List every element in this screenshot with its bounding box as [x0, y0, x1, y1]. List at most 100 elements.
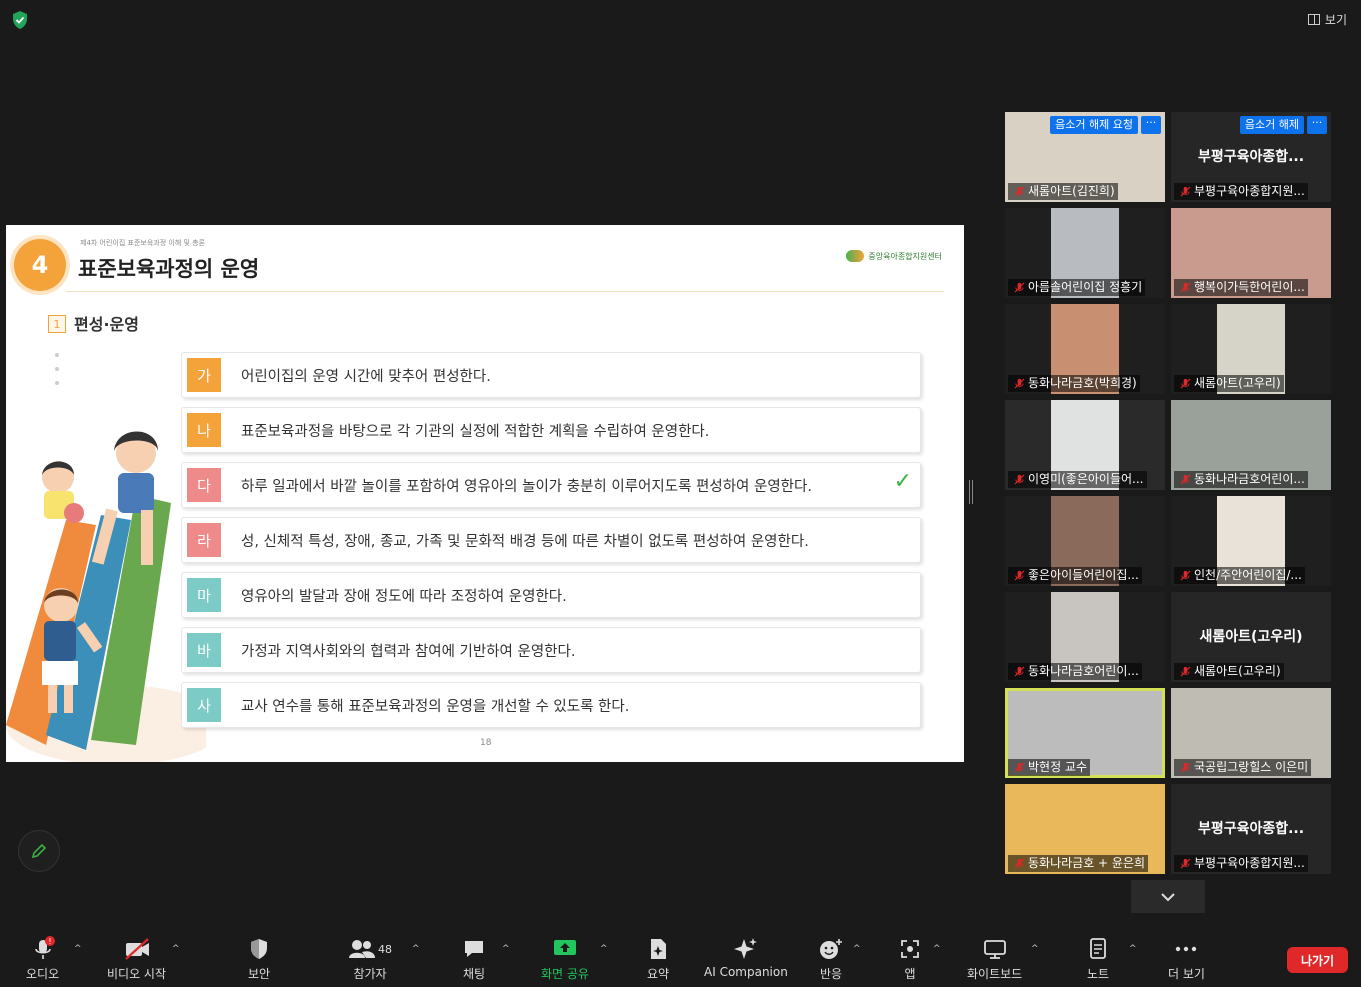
security-shield-icon[interactable]	[10, 10, 30, 30]
participant-tile[interactable]: 행복이가득한어린이...	[1171, 208, 1331, 298]
security-label: 보안	[247, 967, 271, 981]
center-logo: 중앙육아종합지원센터	[846, 250, 942, 262]
video-options-caret[interactable]: ^	[172, 944, 180, 954]
rule-item: 바 가정과 지역사회와의 협력과 참여에 기반하여 운영한다.	[181, 627, 921, 673]
participant-tile[interactable]: 동화나라금호어린이...	[1171, 400, 1331, 490]
participant-tile[interactable]: 박현정 교수	[1005, 688, 1165, 778]
whiteboard-options-caret[interactable]: ^	[1031, 944, 1039, 954]
notes-options-caret[interactable]: ^	[1129, 944, 1137, 954]
audio-button[interactable]: ! 오디오	[26, 936, 59, 982]
participant-tile[interactable]: 국공립그랑힐스 이은미	[1171, 688, 1331, 778]
rule-badge: 가	[187, 358, 221, 392]
video-label: 비디오 시작	[107, 967, 167, 981]
participant-tile[interactable]: 아름솔어린이집 정흥기	[1005, 208, 1165, 298]
muted-mic-icon	[1180, 282, 1191, 293]
participant-tile[interactable]: 좋은아이들어린이집...	[1005, 496, 1165, 586]
leave-button[interactable]: 나가기	[1287, 947, 1348, 973]
participant-tile[interactable]: 음소거 해제 요청 ··· 새롬아트(김진희)	[1005, 112, 1165, 202]
ai-companion-button[interactable]: AI Companion	[704, 936, 788, 979]
participant-name-text: 동화나라금호어린이...	[1028, 664, 1139, 678]
participant-name: 새롬아트(김진희)	[1008, 183, 1118, 200]
participant-name-text: 동화나라금호(박희경)	[1028, 376, 1137, 390]
participant-name-text: 새롬아트(고우리)	[1194, 376, 1281, 390]
participant-name-text: 새롬아트(고우리)	[1194, 664, 1281, 678]
apps-button[interactable]: 앱	[895, 936, 925, 982]
muted-mic-icon	[1014, 186, 1025, 197]
participant-tile[interactable]: 부평구육아종합... 음소거 해제 ··· 부평구육아종합지원...	[1171, 112, 1331, 202]
rule-text: 교사 연수를 통해 표준보육과정의 운영을 개선할 수 있도록 한다.	[241, 698, 630, 715]
participant-name-text: 행복이가득한어린이...	[1194, 280, 1305, 294]
video-off-icon	[124, 938, 149, 960]
participant-name: 아름솔어린이집 정흥기	[1008, 279, 1146, 296]
participant-tile[interactable]: 동화나라금호어린이...	[1005, 592, 1165, 682]
notes-icon	[1090, 938, 1106, 959]
participant-display-name: 새롬아트(고우리)	[1199, 629, 1303, 645]
muted-mic-icon	[1014, 378, 1025, 389]
rule-text: 하루 일과에서 바깥 놀이를 포함하여 영유아의 놀이가 충분히 이루어지도록 …	[241, 478, 812, 495]
security-button[interactable]: 보안	[244, 936, 274, 982]
decorative-dots	[55, 353, 59, 395]
participant-tile[interactable]: 동화나라금호(박희경)	[1005, 304, 1165, 394]
rule-badge: 마	[187, 578, 221, 612]
svg-text:!: !	[48, 937, 51, 946]
audio-label: 오디오	[26, 967, 60, 981]
panel-resize-handle[interactable]	[969, 480, 973, 504]
unmute-request-button[interactable]: 음소거 해제 요청	[1050, 116, 1138, 134]
participant-name-text: 박현정 교수	[1028, 760, 1088, 774]
children-books-illustration	[6, 431, 206, 762]
participant-tile[interactable]: 동화나라금호 + 윤은희	[1005, 784, 1165, 874]
reactions-button[interactable]: 반응	[816, 936, 846, 982]
annotate-button[interactable]	[18, 830, 60, 872]
checkmark-icon: ✓	[893, 469, 912, 494]
muted-mic-icon	[1014, 282, 1025, 293]
gallery-next-page-button[interactable]	[1131, 880, 1205, 913]
title-divider	[66, 291, 944, 292]
more-button[interactable]: 더 보기	[1168, 936, 1205, 982]
apps-options-caret[interactable]: ^	[933, 944, 941, 954]
more-dots-icon	[1176, 946, 1197, 952]
chat-options-caret[interactable]: ^	[502, 944, 510, 954]
share-options-caret[interactable]: ^	[600, 944, 608, 954]
participant-display-name: 부평구육아종합...	[1197, 149, 1305, 165]
notes-button[interactable]: 노트	[1083, 936, 1113, 982]
chapter-number: 4	[14, 239, 66, 291]
participant-name: 동화나라금호어린이...	[1174, 471, 1308, 488]
participant-tile[interactable]: 새롬아트(고우리)	[1171, 304, 1331, 394]
participant-name-text: 새롬아트(김진희)	[1028, 184, 1115, 198]
reactions-options-caret[interactable]: ^	[853, 944, 861, 954]
participant-tile[interactable]: 부평구육아종합... 부평구육아종합지원...	[1171, 784, 1331, 874]
participants-options-caret[interactable]: ^	[412, 944, 420, 954]
rule-text: 성, 신체적 특성, 장애, 종교, 가족 및 문화적 배경 등에 따른 차별이…	[241, 533, 809, 550]
whiteboard-label: 화이트보드	[967, 967, 1023, 981]
participant-name-text: 부평구육아종합지원...	[1194, 856, 1305, 870]
participant-name-text: 국공립그랑힐스 이은미	[1194, 760, 1309, 774]
rule-badge: 나	[187, 413, 221, 447]
share-screen-label: 화면 공유	[541, 967, 589, 981]
audio-options-caret[interactable]: ^	[74, 944, 82, 954]
chat-button[interactable]: 채팅	[459, 936, 489, 982]
participants-icon	[349, 940, 375, 958]
unmute-button[interactable]: 음소거 해제	[1239, 116, 1304, 134]
meeting-toolbar: ! 오디오 ^ 비디오 시작 ^ 보안 48 참가자 ^ 채팅 ^ 화면 공유 …	[0, 930, 1361, 987]
participants-button[interactable]: 48 참가자	[345, 936, 395, 982]
participant-display-name: 부평구육아종합...	[1197, 821, 1305, 837]
summary-button[interactable]: 요약	[643, 936, 673, 982]
video-button[interactable]: 비디오 시작	[107, 936, 166, 982]
whiteboard-button[interactable]: 화이트보드	[967, 936, 1022, 982]
participant-more-button[interactable]: ···	[1307, 116, 1327, 134]
shared-screen: 4 제4차 어린이집 표준보육과정 이해 및 총론 표준보육과정의 운영 중앙육…	[6, 225, 964, 762]
muted-mic-icon	[1180, 666, 1191, 677]
participant-tile[interactable]: 인천/주안어린이집/...	[1171, 496, 1331, 586]
rule-badge: 다	[187, 468, 221, 502]
participant-more-button[interactable]: ···	[1141, 116, 1161, 134]
view-button[interactable]: 보기	[1307, 10, 1347, 28]
apps-icon	[901, 940, 919, 958]
participant-tile[interactable]: 이영미(좋은아이들어...	[1005, 400, 1165, 490]
rule-badge: 바	[187, 633, 221, 667]
chat-icon	[465, 941, 483, 957]
reactions-label: 반응	[819, 967, 843, 981]
muted-mic-icon	[1180, 186, 1191, 197]
muted-mic-icon	[1180, 858, 1191, 869]
share-screen-button[interactable]: 화면 공유	[541, 936, 589, 982]
participant-tile[interactable]: 새롬아트(고우리) 새롬아트(고우리)	[1171, 592, 1331, 682]
